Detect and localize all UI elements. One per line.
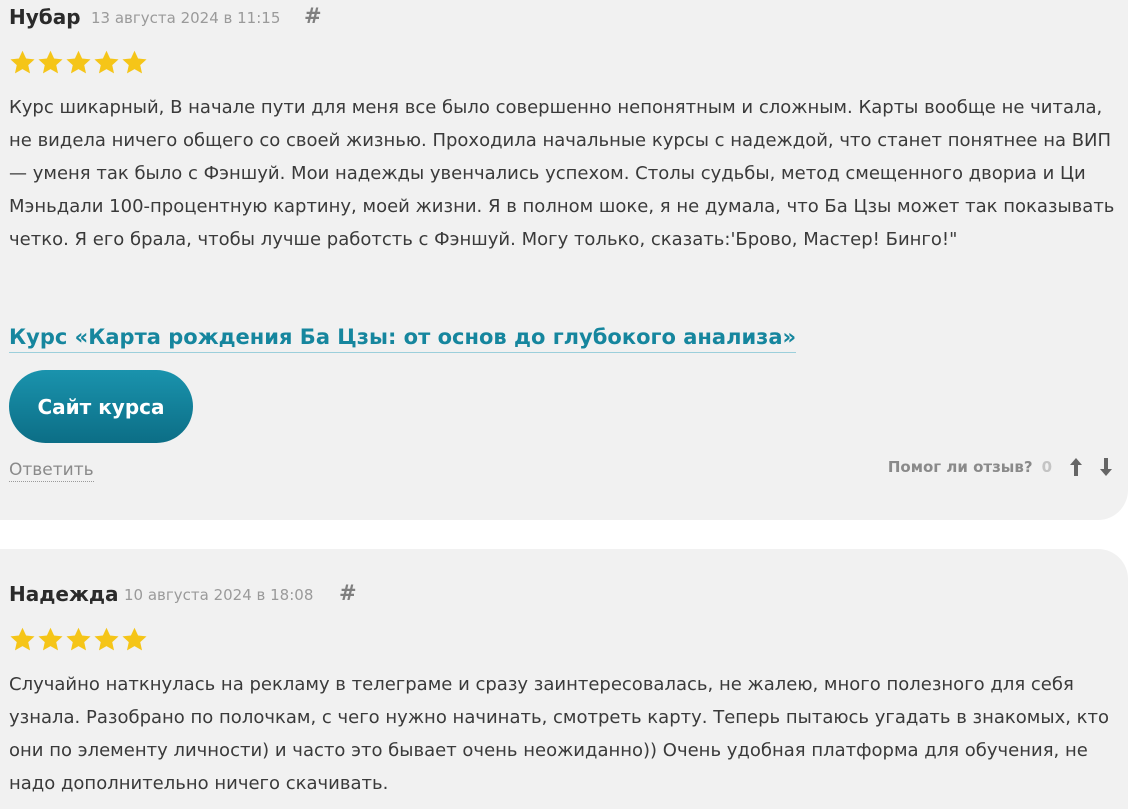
star-icon [38,627,63,651]
arrow-down-icon[interactable] [1096,456,1116,478]
course-site-button[interactable]: Сайт курса [9,370,193,443]
review-author: Нубар [9,5,81,29]
star-icon [94,50,119,74]
review-card: Надежда 10 августа 2024 в 18:08 # Случай… [0,549,1128,809]
star-icon [66,50,91,74]
reply-link[interactable]: Ответить [9,459,94,482]
arrow-up-icon[interactable] [1066,456,1086,478]
star-icon [10,627,35,651]
star-icon [10,50,35,74]
helpful-label: Помог ли отзыв? [887,458,1033,476]
review-card: Нубар 13 августа 2024 в 11:15 # Курс шик… [0,0,1128,520]
review-date: 13 августа 2024 в 11:15 [91,9,281,27]
review-date: 10 августа 2024 в 18:08 [124,586,314,604]
review-text: Курс шикарный, В начале пути для меня вс… [9,97,1115,250]
star-icon [122,50,147,74]
helpful-vote: Помог ли отзыв? 0 [888,456,1116,478]
helpful-count: 0 [1041,458,1052,476]
star-icon [94,627,119,651]
permalink-hash[interactable]: # [304,4,322,28]
review-author: Надежда [9,582,119,606]
review-text: Случайно наткнулась на рекламу в телегра… [9,674,1110,794]
permalink-hash[interactable]: # [339,581,357,605]
rating-stars [9,626,148,653]
star-icon [38,50,63,74]
course-link[interactable]: Курс «Карта рождения Ба Цзы: от основ до… [9,322,797,353]
star-icon [66,627,91,651]
rating-stars [9,49,148,76]
star-icon [122,627,147,651]
